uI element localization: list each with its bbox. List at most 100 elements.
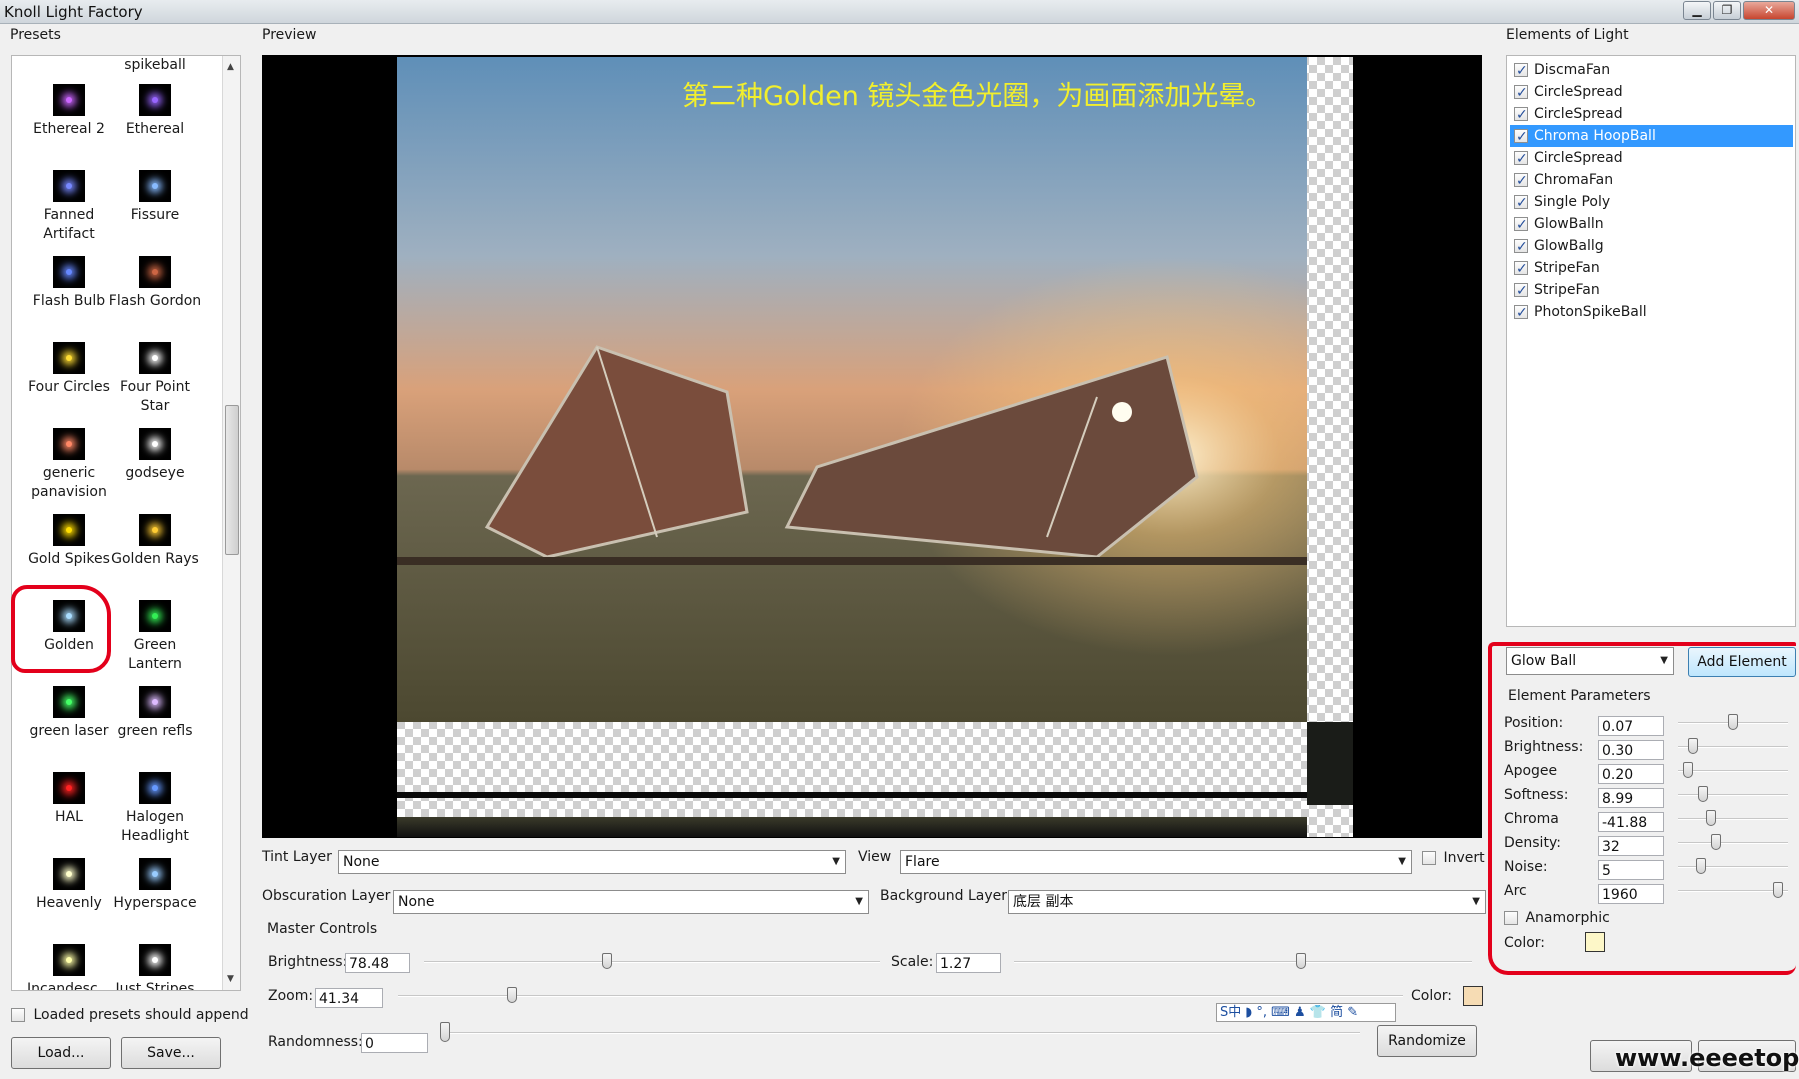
- scale-slider-knob[interactable]: [1296, 953, 1307, 969]
- scale-input[interactable]: 1.27: [936, 953, 1001, 973]
- preset-item[interactable]: green laser: [22, 686, 116, 741]
- zoom-input[interactable]: 41.34: [315, 988, 383, 1008]
- preset-item[interactable]: Green Lantern: [108, 600, 202, 674]
- preset-item[interactable]: Hyperspace: [108, 858, 202, 913]
- randomness-input[interactable]: 0: [361, 1033, 428, 1053]
- presets-list[interactable]: spikeball Ethereal 2 Ethereal Fanned Artif…: [11, 55, 241, 991]
- preset-item[interactable]: Halogen Headlight: [108, 772, 202, 846]
- load-button[interactable]: Load...: [11, 1037, 111, 1069]
- preset-item[interactable]: green refls: [108, 686, 202, 741]
- ime-toolbar[interactable]: S中 ◗ °, ⌨ ♟ 👕 简 ✎: [1216, 1003, 1396, 1022]
- element-item[interactable]: DiscmaFan: [1510, 59, 1793, 82]
- preset-item[interactable]: Flash Bulb: [22, 256, 116, 311]
- preset-label: Heavenly: [36, 895, 102, 911]
- close-button[interactable]: ✕: [1743, 1, 1795, 20]
- append-checkbox[interactable]: [11, 1008, 25, 1022]
- restore-icon: ❐: [1721, 3, 1733, 17]
- watermark: www.eeeetop.com: [1615, 1044, 1799, 1072]
- preset-item[interactable]: Flash Gordon: [108, 256, 202, 311]
- element-checkbox[interactable]: [1514, 258, 1528, 280]
- element-checkbox[interactable]: [1514, 280, 1528, 302]
- preset-label: green laser: [29, 723, 109, 739]
- randomness-label: Randomness:: [268, 1034, 363, 1050]
- element-checkbox[interactable]: [1514, 214, 1528, 236]
- scroll-down-icon[interactable]: ▼: [227, 974, 234, 984]
- scroll-up-icon[interactable]: ▲: [227, 62, 234, 72]
- element-item[interactable]: StripeFan: [1510, 279, 1793, 302]
- element-checkbox[interactable]: [1514, 104, 1528, 126]
- zoom-slider-knob[interactable]: [507, 987, 518, 1003]
- element-checkbox[interactable]: [1514, 126, 1528, 148]
- zoom-slider-track[interactable]: [398, 995, 1403, 997]
- element-checkbox[interactable]: [1514, 148, 1528, 170]
- preset-item[interactable]: Four Point Star: [108, 342, 202, 416]
- element-item[interactable]: GlowBallg: [1510, 235, 1793, 258]
- preset-item[interactable]: Gold Spikes: [22, 514, 116, 569]
- presets-scrollbar[interactable]: ▲ ▼: [222, 56, 240, 990]
- preset-item[interactable]: Fissure: [108, 170, 202, 225]
- element-checkbox[interactable]: [1514, 236, 1528, 258]
- randomness-slider-track[interactable]: [440, 1032, 1360, 1034]
- preset-label: Fissure: [130, 207, 180, 223]
- invert-checkbox[interactable]: [1422, 851, 1436, 865]
- master-color-label: Color:: [1411, 988, 1453, 1004]
- brightness-input[interactable]: 78.48: [345, 953, 410, 973]
- element-label: CircleSpread: [1534, 106, 1623, 122]
- randomness-slider-knob[interactable]: [440, 1022, 450, 1042]
- minimize-button[interactable]: ▁: [1683, 1, 1711, 20]
- preset-item[interactable]: Incandesc...: [22, 944, 116, 991]
- scale-slider-track[interactable]: [1014, 961, 1472, 963]
- preset-item[interactable]: Golden Rays: [108, 514, 202, 569]
- element-item[interactable]: StripeFan: [1510, 257, 1793, 280]
- preset-item[interactable]: HAL: [22, 772, 116, 827]
- element-checkbox[interactable]: [1514, 60, 1528, 82]
- preset-thumbnail: [139, 686, 171, 718]
- preset-thumbnail: [53, 772, 85, 804]
- view-value: Flare: [905, 854, 940, 870]
- background-layer-select[interactable]: 底层 副本 ▼: [1008, 890, 1486, 914]
- brightness-slider-knob[interactable]: [602, 953, 613, 969]
- element-checkbox[interactable]: [1514, 192, 1528, 214]
- append-label: Loaded presets should append: [33, 1007, 249, 1023]
- highlight-annotation: [11, 585, 111, 673]
- element-item[interactable]: ChromaFan: [1510, 169, 1793, 192]
- element-item[interactable]: CircleSpread: [1510, 103, 1793, 126]
- preview-image[interactable]: [397, 57, 1353, 837]
- invert-option[interactable]: Invert: [1422, 850, 1485, 866]
- preset-item[interactable]: godseye: [108, 428, 202, 483]
- master-color-swatch[interactable]: [1463, 986, 1483, 1006]
- preset-item[interactable]: Just Stripes: [108, 944, 202, 990]
- preset-item[interactable]: generic panavision: [22, 428, 116, 502]
- save-button[interactable]: Save...: [121, 1037, 221, 1069]
- preset-top-label[interactable]: spikeball: [108, 56, 202, 75]
- obscuration-layer-select[interactable]: None ▼: [393, 890, 869, 914]
- preset-thumbnail: [53, 428, 85, 460]
- view-select[interactable]: Flare ▼: [900, 850, 1412, 874]
- preset-label: green refls: [117, 723, 193, 739]
- scrollbar-thumb[interactable]: [225, 405, 239, 555]
- element-checkbox[interactable]: [1514, 82, 1528, 104]
- preset-thumbnail: [139, 84, 171, 116]
- element-item[interactable]: Chroma HoopBall: [1510, 125, 1793, 148]
- chevron-down-icon: ▼: [855, 896, 863, 907]
- append-presets-option[interactable]: Loaded presets should append: [11, 1007, 249, 1023]
- preset-item[interactable]: Heavenly: [22, 858, 116, 913]
- elements-list[interactable]: DiscmaFan CircleSpread CircleSpread Chroma …: [1506, 55, 1796, 627]
- maximize-button[interactable]: ❐: [1713, 1, 1741, 20]
- element-item[interactable]: CircleSpread: [1510, 147, 1793, 170]
- brightness-slider-track[interactable]: [424, 961, 880, 963]
- tint-layer-select[interactable]: None ▼: [338, 850, 846, 874]
- element-item[interactable]: CircleSpread: [1510, 81, 1793, 104]
- preset-item[interactable]: Ethereal: [108, 84, 202, 139]
- preset-item[interactable]: Ethereal 2: [22, 84, 116, 139]
- randomize-button[interactable]: Randomize: [1377, 1025, 1477, 1057]
- element-item[interactable]: Single Poly: [1510, 191, 1793, 214]
- preset-label: Four Point Star: [120, 379, 190, 414]
- element-checkbox[interactable]: [1514, 170, 1528, 192]
- preset-item[interactable]: Fanned Artifact: [22, 170, 116, 244]
- element-checkbox[interactable]: [1514, 302, 1528, 324]
- element-item[interactable]: PhotonSpikeBall: [1510, 301, 1793, 324]
- element-item[interactable]: GlowBalln: [1510, 213, 1793, 236]
- preset-item[interactable]: Four Circles: [22, 342, 116, 397]
- preset-label: Incandesc...: [27, 981, 111, 991]
